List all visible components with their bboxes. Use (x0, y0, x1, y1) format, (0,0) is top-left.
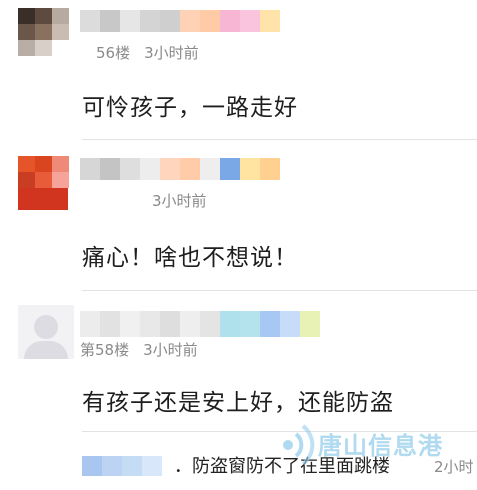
comment-text: 可怜孩子，一路走好 (82, 95, 298, 121)
avatar[interactable] (18, 305, 74, 359)
divider (82, 431, 477, 432)
reply-item[interactable]: ．防盗窗防不了在里面跳楼 2小时 (82, 438, 477, 490)
username[interactable] (80, 10, 280, 32)
comment-time: 3小时前 (143, 341, 198, 359)
avatar[interactable] (18, 8, 69, 56)
comment-item: 3小时前 痛心！啥也不想说！ (0, 140, 477, 288)
username[interactable] (80, 311, 320, 337)
floor-number: 56楼 (96, 44, 131, 62)
comment-item: 第58楼 3小时前 有孩子还是安上好，还能防盗 (0, 291, 477, 431)
comment-time: 3小时前 (144, 44, 199, 62)
comment-meta: 56楼 3小时前 (96, 42, 199, 63)
comment-text: 痛心！啥也不想说！ (82, 245, 298, 271)
comment-text: 有孩子还是安上好，还能防盗 (82, 390, 394, 416)
reply-text: ．防盗窗防不了在里面跳楼 (174, 456, 390, 477)
avatar[interactable] (18, 156, 69, 210)
comment-item: 56楼 3小时前 可怜孩子，一路走好 (0, 0, 477, 138)
floor-number: 第58楼 (80, 341, 130, 359)
reply-username[interactable] (82, 456, 162, 476)
username[interactable] (80, 158, 280, 180)
comment-meta: 3小时前 (152, 190, 207, 211)
comment-time: 3小时前 (152, 192, 207, 210)
reply-time: 2小时 (434, 458, 474, 476)
comment-meta: 第58楼 3小时前 (80, 339, 198, 360)
